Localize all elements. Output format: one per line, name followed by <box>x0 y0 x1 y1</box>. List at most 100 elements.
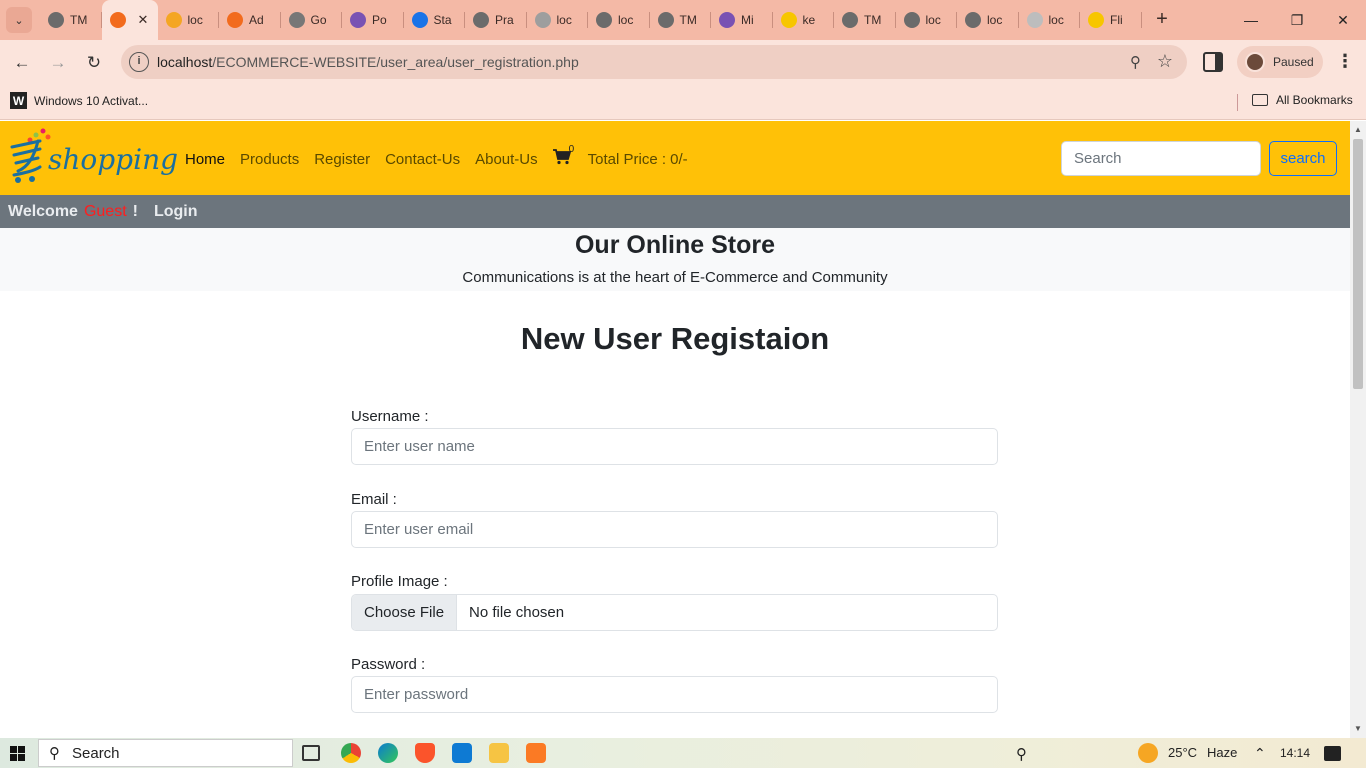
tab-search-button[interactable]: ⌄ <box>6 7 32 33</box>
tab-title: loc <box>1048 13 1064 27</box>
people-icon[interactable]: ⚲ <box>1016 745 1027 763</box>
password-field[interactable]: Enter password <box>351 676 998 713</box>
minimize-button[interactable]: — <box>1228 0 1274 40</box>
username-field[interactable]: Enter user name <box>351 428 998 465</box>
globe-icon <box>657 12 674 28</box>
folder-icon <box>1252 94 1268 106</box>
clock[interactable]: 14:14 <box>1280 746 1310 760</box>
browser-toolbar: ← → ↻ i localhost/ECOMMERCE-WEBSITE/user… <box>0 40 1366 85</box>
tab-title: Sta <box>433 13 452 27</box>
scroll-down-icon[interactable]: ▼ <box>1354 724 1362 733</box>
hero-section: Our Online Store Communications is at th… <box>0 228 1350 291</box>
notification-icon[interactable] <box>1324 746 1341 761</box>
browser-tab[interactable]: Mi <box>711 0 773 40</box>
zoom-icon[interactable]: ⚲ <box>1130 53 1141 71</box>
globe-icon <box>473 12 489 28</box>
weather-text[interactable]: Haze <box>1207 745 1237 760</box>
taskbar-search[interactable]: ⚲ Search <box>38 739 293 767</box>
total-price: Total Price : 0/- <box>587 151 688 168</box>
browser-tab[interactable]: TM <box>40 0 102 40</box>
profile-button[interactable]: Paused <box>1237 46 1323 78</box>
scroll-up-icon[interactable]: ▲ <box>1354 125 1362 134</box>
nav-register-link[interactable]: Register <box>314 151 370 168</box>
browser-tab[interactable]: Fli <box>1080 0 1142 40</box>
cart-count: 0 <box>568 144 575 155</box>
site-logo[interactable]: shopping <box>10 127 178 189</box>
tab-title: Po <box>372 13 387 27</box>
reload-icon: ↻ <box>86 53 102 72</box>
browser-tab[interactable]: loc <box>158 0 220 40</box>
login-link[interactable]: Login <box>154 203 198 221</box>
browser-tab[interactable]: Sta <box>404 0 466 40</box>
weather-icon[interactable] <box>1138 743 1158 763</box>
windows-start-icon[interactable] <box>10 746 25 761</box>
browser-tab[interactable]: loc <box>896 0 958 40</box>
bookmark-star-icon[interactable]: ☆ <box>1157 51 1173 72</box>
back-button[interactable]: ← <box>10 51 34 75</box>
all-bookmarks-button[interactable]: All Bookmarks <box>1252 93 1353 107</box>
reload-button[interactable]: ↻ <box>82 51 106 75</box>
edge-icon[interactable] <box>378 743 398 763</box>
profile-image-field[interactable]: Choose File No file chosen <box>351 594 998 631</box>
tab-title: TM <box>70 13 88 27</box>
bookmark-item[interactable]: W Windows 10 Activat... <box>10 92 148 109</box>
page-scrollbar[interactable]: ▲ ▼ <box>1350 121 1366 738</box>
close-icon[interactable]: ✕ <box>138 12 149 28</box>
page-viewport: shopping Home Products Register Contact-… <box>0 121 1350 738</box>
tab-title: ke <box>802 13 816 27</box>
browser-tab[interactable]: Pra <box>465 0 527 40</box>
email-field[interactable]: Enter user email <box>351 511 998 548</box>
nav-home-link[interactable]: Home <box>185 151 225 168</box>
nav-products-link[interactable]: Products <box>240 151 299 168</box>
more-menu-icon[interactable]: ⋮ <box>1336 51 1354 72</box>
user-icon <box>534 12 551 28</box>
restore-button[interactable]: ❐ <box>1274 0 1320 40</box>
browser-tab[interactable]: TM <box>834 0 896 40</box>
file-explorer-icon[interactable] <box>489 743 509 763</box>
nav-contact-link[interactable]: Contact-Us <box>385 151 460 168</box>
close-window-button[interactable]: ✕ <box>1320 0 1366 40</box>
site-info-icon[interactable]: i <box>129 52 149 72</box>
arrow-right-icon: → <box>49 53 67 72</box>
chevron-down-icon: ⌄ <box>14 14 24 27</box>
vscode-icon[interactable] <box>452 743 472 763</box>
flipkart-icon <box>1088 12 1104 28</box>
email-label: Email : <box>351 491 397 508</box>
url-text[interactable]: localhost/ECOMMERCE-WEBSITE/user_area/us… <box>157 54 579 70</box>
cart-link[interactable]: 0 <box>552 144 574 170</box>
nav-about-link[interactable]: About-Us <box>475 151 538 168</box>
browser-tab[interactable]: Ad <box>219 0 281 40</box>
globe-icon <box>842 12 858 28</box>
browser-tab[interactable]: loc <box>957 0 1019 40</box>
site-search-input[interactable]: Search <box>1061 141 1261 176</box>
browser-tab[interactable]: ✕ <box>101 0 158 40</box>
browser-tab[interactable]: Go <box>281 0 343 40</box>
browser-tab[interactable]: loc <box>527 0 589 40</box>
xampp-icon[interactable] <box>526 743 546 763</box>
scroll-thumb[interactable] <box>1353 139 1363 389</box>
browser-tab[interactable]: TM <box>650 0 712 40</box>
arrow-left-icon: ← <box>13 53 31 72</box>
site-navbar: shopping Home Products Register Contact-… <box>0 121 1350 195</box>
hero-subtitle: Communications is at the heart of E-Comm… <box>462 269 888 286</box>
browser-tab[interactable]: Po <box>342 0 404 40</box>
choose-file-button[interactable]: Choose File <box>352 595 458 630</box>
tab-list: TM ✕ loc Ad Go Po Sta Pra loc loc TM Mi ke TM loc loc lo… <box>40 0 1142 40</box>
side-panel-icon[interactable] <box>1203 52 1223 72</box>
gear-icon <box>288 12 305 28</box>
main-nav: Home Products Register Contact-Us About-… <box>185 144 688 170</box>
address-bar[interactable]: i localhost/ECOMMERCE-WEBSITE/user_area/… <box>121 45 1187 79</box>
brave-icon[interactable] <box>415 743 435 763</box>
browser-tab[interactable]: ke <box>773 0 835 40</box>
chrome-icon[interactable] <box>341 743 361 763</box>
forward-button[interactable]: → <box>46 51 70 75</box>
new-tab-button[interactable]: + <box>1150 8 1174 32</box>
task-view-icon[interactable] <box>302 745 320 761</box>
chevron-up-icon[interactable]: ⌃ <box>1254 745 1266 762</box>
browser-tab[interactable]: loc <box>1019 0 1081 40</box>
site-search-button[interactable]: search <box>1269 141 1337 176</box>
welcome-text: Welcome <box>8 202 78 220</box>
browser-tab[interactable]: loc <box>588 0 650 40</box>
temperature[interactable]: 25°C <box>1168 745 1197 760</box>
username-label: Username : <box>351 408 429 425</box>
